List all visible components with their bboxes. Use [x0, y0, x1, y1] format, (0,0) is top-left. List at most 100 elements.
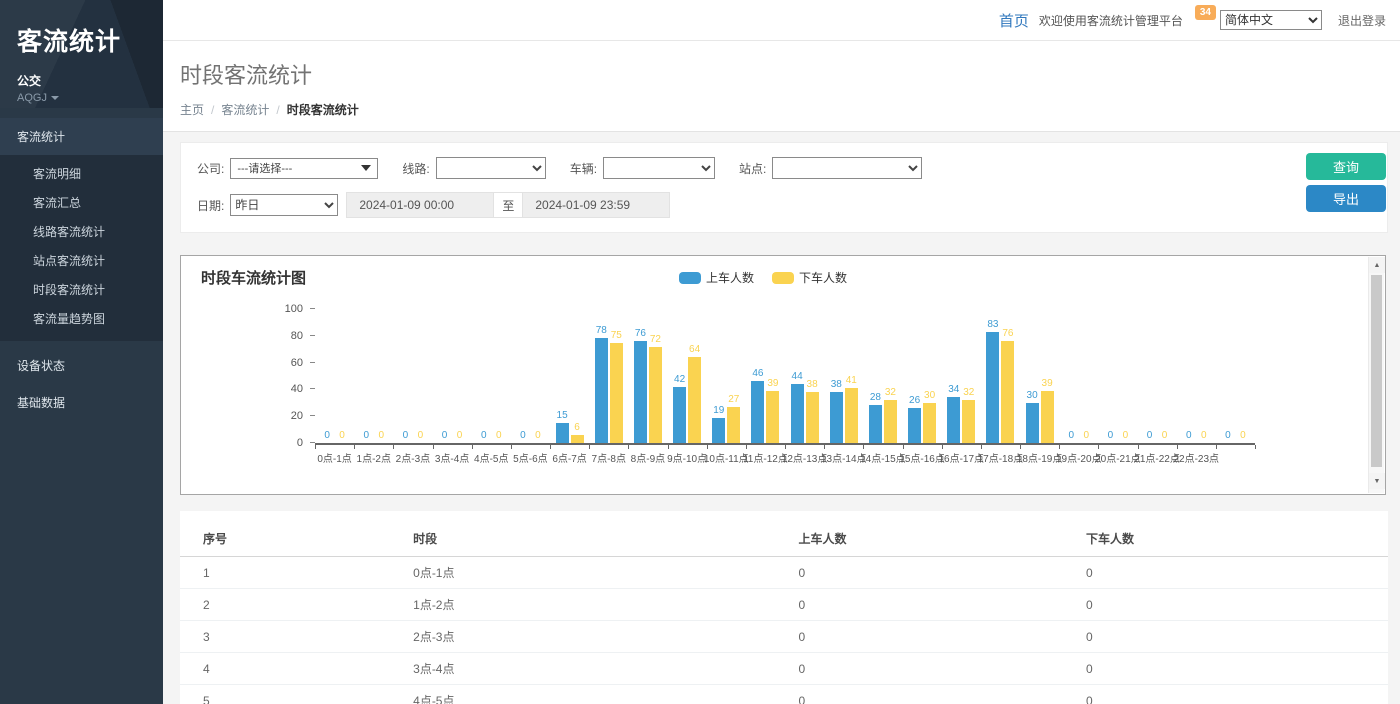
query-button[interactable]: 查询	[1306, 153, 1386, 180]
table-header-row: 序号 时段 上车人数 下车人数	[180, 522, 1388, 557]
table-cell: 0	[798, 685, 1086, 704]
boarding-bar-16	[947, 397, 960, 443]
x-axis-category-label: 22点-23点	[1166, 450, 1226, 465]
page-title: 时段客流统计	[180, 58, 1380, 90]
date-to-input[interactable]	[522, 192, 670, 218]
date-preset-select[interactable]: 昨日	[230, 194, 338, 216]
line-select[interactable]	[436, 157, 546, 179]
chart-title: 时段车流统计图	[201, 270, 306, 287]
y-axis-tick-label: 0	[259, 437, 303, 449]
x-axis-tick-mark	[707, 445, 708, 449]
alighting-bar-17	[1001, 341, 1014, 443]
station-select[interactable]	[772, 157, 922, 179]
breadcrumb-section[interactable]: 客流统计	[221, 103, 269, 117]
table-cell: 2点-3点	[413, 621, 798, 653]
language-select[interactable]: 简体中文	[1220, 10, 1322, 30]
date-from-input[interactable]	[346, 192, 494, 218]
y-axis-tick-mark	[310, 415, 315, 416]
boarding-bar-15	[908, 408, 921, 443]
col-header-boarding: 上车人数	[798, 522, 1086, 557]
logout-link[interactable]: 退出登录	[1338, 12, 1386, 29]
alighting-bar-6	[571, 435, 584, 443]
sidebar-subitem[interactable]: 线路客流统计	[0, 217, 163, 246]
sidebar-subitem[interactable]: 客流汇总	[0, 188, 163, 217]
breadcrumb: 主页/客流统计/时段客流统计	[180, 101, 1380, 118]
table-cell: 0	[1086, 685, 1388, 704]
company-select[interactable]: ---请选择---	[230, 158, 378, 179]
chart-head: 时段车流统计图 上车人数 下车人数	[201, 267, 1365, 287]
table-row: 32点-3点00	[180, 621, 1388, 653]
x-axis-tick-mark	[472, 445, 473, 449]
legend-label: 下车人数	[799, 269, 847, 286]
x-axis-tick-mark	[942, 445, 943, 449]
sidebar-item-device-status[interactable]: 设备状态	[0, 347, 163, 384]
table-cell: 0	[1086, 653, 1388, 685]
alighting-bar-12	[806, 392, 819, 443]
main-area: 首页 欢迎使用客流统计管理平台 34 简体中文 退出登录 时段客流统计 主页/客…	[163, 0, 1400, 704]
table-cell: 3	[180, 621, 413, 653]
y-axis-tick-mark	[310, 442, 315, 443]
org-name: 公交	[17, 72, 146, 89]
sidebar-item-base-data[interactable]: 基础数据	[0, 384, 163, 421]
org-code-dropdown[interactable]: AQGJ	[17, 92, 146, 104]
breadcrumb-home[interactable]: 主页	[180, 103, 204, 117]
sidebar-subitem[interactable]: 客流量趋势图	[0, 304, 163, 333]
line-label: 线路:	[402, 160, 429, 177]
export-button[interactable]: 导出	[1306, 185, 1386, 212]
boarding-bar-18	[1026, 403, 1039, 443]
alighting-bar-15	[923, 403, 936, 443]
y-axis-tick-mark	[310, 362, 315, 363]
scrollbar-thumb[interactable]	[1371, 275, 1382, 467]
table-cell: 0	[798, 589, 1086, 621]
alighting-bar-11	[766, 391, 779, 443]
table-row: 43点-4点00	[180, 653, 1388, 685]
sidebar-subitem[interactable]: 时段客流统计	[0, 275, 163, 304]
table-cell: 3点-4点	[413, 653, 798, 685]
y-axis-tick-mark	[310, 335, 315, 336]
sidebar-submenu: 客流明细客流汇总线路客流统计站点客流统计时段客流统计客流量趋势图	[0, 155, 163, 341]
table-cell: 0	[798, 653, 1086, 685]
x-axis-tick-mark	[1138, 445, 1139, 449]
home-link[interactable]: 首页	[999, 10, 1029, 31]
legend-item[interactable]: 下车人数	[772, 269, 847, 286]
sidebar-subitem[interactable]: 客流明细	[0, 159, 163, 188]
alighting-bar-14	[884, 400, 897, 443]
x-axis-tick-mark	[1177, 445, 1178, 449]
table-cell: 4点-5点	[413, 685, 798, 704]
x-axis-tick-mark	[785, 445, 786, 449]
y-axis-tick-mark	[310, 388, 315, 389]
alighting-bar-18	[1041, 391, 1054, 443]
legend-item[interactable]: 上车人数	[679, 269, 754, 286]
alighting-bar-7	[610, 343, 623, 444]
x-axis-tick-mark	[511, 445, 512, 449]
sidebar-subitem[interactable]: 站点客流统计	[0, 246, 163, 275]
x-axis-tick-mark	[863, 445, 864, 449]
table-cell: 0	[1086, 557, 1388, 589]
scroll-down-arrow-icon[interactable]: ▼	[1369, 473, 1385, 489]
table-cell: 5	[180, 685, 413, 704]
sidebar-menu: 客流统计 客流明细客流汇总线路客流统计站点客流统计时段客流统计客流量趋势图 设备…	[0, 118, 163, 421]
sidebar-item-passenger-stats[interactable]: 客流统计	[0, 118, 163, 155]
logo-area: 客流统计 公交 AQGJ	[0, 0, 163, 108]
scroll-up-arrow-icon[interactable]: ▲	[1369, 257, 1385, 273]
x-axis-tick-mark	[1255, 445, 1256, 449]
bar-value-label: 72	[639, 334, 671, 345]
bar-value-label: 32	[953, 387, 985, 398]
boarding-bar-10	[712, 418, 725, 443]
date-label: 日期:	[197, 197, 224, 214]
vehicle-select[interactable]	[603, 157, 715, 179]
topbar: 首页 欢迎使用客流统计管理平台 34 简体中文 退出登录	[163, 0, 1400, 41]
breadcrumb-current: 时段客流统计	[287, 103, 359, 117]
chevron-down-icon	[51, 96, 59, 100]
x-axis-tick-mark	[824, 445, 825, 449]
legend-swatch-icon	[679, 272, 701, 284]
table-cell: 0点-1点	[413, 557, 798, 589]
alighting-bar-13	[845, 388, 858, 443]
chart-scrollbar[interactable]: ▲ ▼	[1368, 257, 1384, 493]
table-cell: 1	[180, 557, 413, 589]
bar-value-label: 64	[679, 344, 711, 355]
notification-badge[interactable]: 34	[1195, 5, 1216, 20]
boarding-bar-8	[634, 341, 647, 443]
x-axis-tick-mark	[1059, 445, 1060, 449]
x-axis-tick-mark	[628, 445, 629, 449]
